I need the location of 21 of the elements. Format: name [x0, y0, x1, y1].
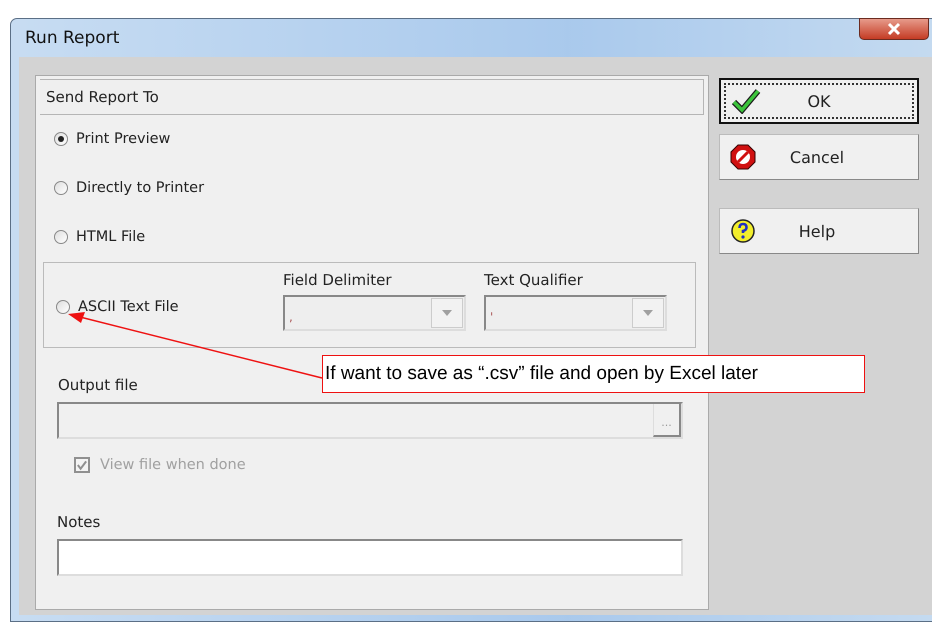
- close-icon: [886, 22, 902, 36]
- help-icon: [730, 218, 756, 244]
- radio-option[interactable]: Directly to Printer: [54, 180, 204, 196]
- dialog-button[interactable]: Cancel: [719, 134, 919, 180]
- field-label: Output file: [58, 376, 138, 394]
- dialog-button[interactable]: OK: [719, 78, 919, 124]
- notes-field[interactable]: [57, 539, 683, 576]
- radio-option[interactable]: HTML File: [54, 228, 146, 244]
- field-label: Notes: [57, 513, 100, 531]
- close-button[interactable]: [859, 18, 929, 40]
- field-label: Field Delimiter: [283, 271, 392, 289]
- field-label: Text Qualifier: [484, 271, 583, 289]
- dialog-button[interactable]: Help: [719, 208, 919, 254]
- checkmark-icon: [76, 458, 88, 472]
- annotation-callout: If want to save as “.csv” file and open by Excel later: [322, 355, 865, 393]
- prohibited-icon: [730, 144, 756, 170]
- check-icon: [731, 88, 761, 114]
- radio-option[interactable]: ASCII Text File: [54, 299, 283, 315]
- radio-option[interactable]: Print Preview: [54, 130, 170, 146]
- section-heading: Send Report To: [40, 79, 704, 115]
- window-title: Run Report: [25, 28, 120, 48]
